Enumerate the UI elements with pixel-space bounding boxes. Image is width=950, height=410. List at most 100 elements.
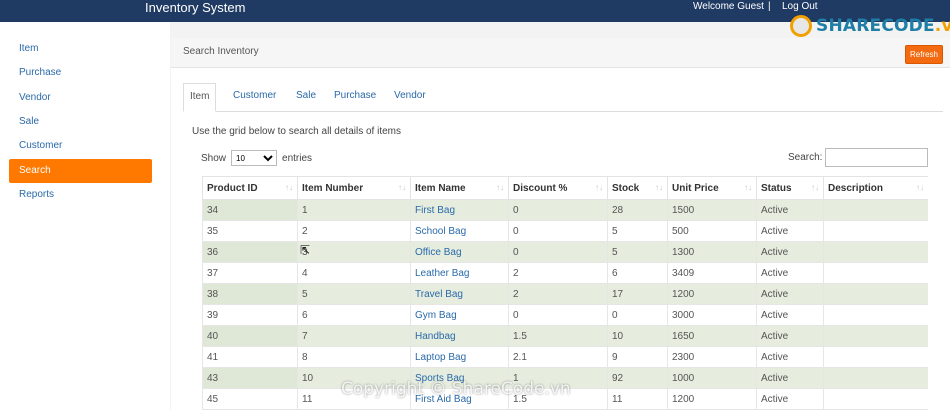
table-cell: 2 <box>508 283 608 305</box>
table-cell: 17 <box>607 283 668 305</box>
grid-search: Search: <box>788 148 929 167</box>
table-row[interactable]: 34 1 First Bag 0 28 1500 Active <box>202 199 928 221</box>
column-header-status[interactable]: Status ↑↓ <box>756 176 824 200</box>
table-cell <box>823 304 928 326</box>
item-name-link[interactable]: Gym Bag <box>410 304 509 326</box>
sharecode-logo: SHARECODE.vn <box>790 12 950 40</box>
table-cell: 37 <box>202 262 298 284</box>
welcome-text: Welcome Guest <box>693 1 764 12</box>
inventory-table: Product ID ↑↓ Item Number ↑↓ Item Name ↑↓ D… <box>202 176 928 410</box>
table-cell: 1200 <box>667 283 757 305</box>
page-title: Search Inventory <box>183 46 259 57</box>
column-header-discount[interactable]: Discount % ↑↓ <box>508 176 608 200</box>
table-row[interactable]: 39 6 Gym Bag 0 0 3000 Active <box>202 304 928 326</box>
table-cell: 34 <box>202 199 298 221</box>
table-cell: Active <box>756 241 824 263</box>
table-row[interactable]: 36 3 Office Bag 0 5 1300 Active <box>202 241 928 263</box>
sidebar-item-reports[interactable]: Reports <box>9 183 152 207</box>
table-cell: Active <box>756 283 824 305</box>
sidebar-item-item[interactable]: Item <box>9 37 152 61</box>
table-cell: 5 <box>297 283 411 305</box>
table-cell <box>823 325 928 347</box>
item-name-link[interactable]: Laptop Bag <box>410 346 509 368</box>
table-cell: 9 <box>607 346 668 368</box>
navbar-separator: | <box>768 1 771 12</box>
table-cell: 1650 <box>667 325 757 347</box>
sidebar: Item Purchase Vendor Sale Customer Searc… <box>0 22 170 410</box>
table-cell: 41 <box>202 346 298 368</box>
tab-purchase[interactable]: Purchase <box>334 83 376 112</box>
table-cell: 35 <box>202 220 298 242</box>
column-header-item-name[interactable]: Item Name ↑↓ <box>410 176 509 200</box>
sort-icon: ↑↓ <box>285 183 293 192</box>
table-row[interactable]: 37 4 Leather Bag 2 6 3409 Active <box>202 262 928 284</box>
table-cell <box>823 388 928 410</box>
table-cell: 3000 <box>667 304 757 326</box>
item-name-link[interactable]: Handbag <box>410 325 509 347</box>
table-cell: 28 <box>607 199 668 221</box>
table-cell: 0 <box>508 199 608 221</box>
grid-description: Use the grid below to search all details… <box>192 126 401 137</box>
table-cell <box>823 220 928 242</box>
table-cell: 4 <box>297 262 411 284</box>
item-name-link[interactable]: Office Bag <box>410 241 509 263</box>
sidebar-item-sale[interactable]: Sale <box>9 110 152 134</box>
column-header-unit-price[interactable]: Unit Price ↑↓ <box>667 176 757 200</box>
table-cell: 1000 <box>667 367 757 389</box>
item-name-link[interactable]: School Bag <box>410 220 509 242</box>
panel-header: Search Inventory Refresh <box>171 38 950 68</box>
table-cell: 45 <box>202 388 298 410</box>
table-cell: 5 <box>607 241 668 263</box>
sort-icon: ↑↓ <box>595 183 603 192</box>
tab-vendor[interactable]: Vendor <box>394 83 426 112</box>
table-cell: Active <box>756 367 824 389</box>
table-row[interactable]: 38 5 Travel Bag 2 17 1200 Active <box>202 283 928 305</box>
item-name-link[interactable]: Leather Bag <box>410 262 509 284</box>
table-cell: 43 <box>202 367 298 389</box>
table-cell: 5 <box>607 220 668 242</box>
table-cell: Active <box>756 304 824 326</box>
sidebar-item-search[interactable]: Search <box>9 159 152 183</box>
table-cell <box>823 241 928 263</box>
table-cell: 7 <box>297 325 411 347</box>
sidebar-item-customer[interactable]: Customer <box>9 134 152 158</box>
column-header-product-id[interactable]: Product ID ↑↓ <box>202 176 298 200</box>
table-row[interactable]: 40 7 Handbag 1.5 10 1650 Active <box>202 325 928 347</box>
tab-item[interactable]: Item <box>183 83 217 112</box>
sort-icon: ↑↓ <box>744 183 752 192</box>
tab-sale[interactable]: Sale <box>296 83 316 112</box>
table-cell: 2.1 <box>508 346 608 368</box>
table-cell: 2 <box>297 220 411 242</box>
table-cell <box>823 367 928 389</box>
item-name-link[interactable]: First Bag <box>410 199 509 221</box>
table-row[interactable]: 41 8 Laptop Bag 2.1 9 2300 Active <box>202 346 928 368</box>
table-cell: Active <box>756 199 824 221</box>
inventory-grid: Product ID ↑↓ Item Number ↑↓ Item Name ↑↓ D… <box>202 176 928 410</box>
table-cell: 39 <box>202 304 298 326</box>
page-size-select[interactable]: 10 <box>231 150 278 166</box>
search-label: Search: <box>788 152 823 163</box>
sort-icon: ↑↓ <box>398 183 406 192</box>
table-row[interactable]: 35 2 School Bag 0 5 500 Active <box>202 220 928 242</box>
column-header-item-number[interactable]: Item Number ↑↓ <box>297 176 411 200</box>
sidebar-item-vendor[interactable]: Vendor <box>9 86 152 110</box>
search-input[interactable] <box>825 148 929 167</box>
table-cell: 6 <box>607 262 668 284</box>
table-cell: 0 <box>607 304 668 326</box>
table-cell: 6 <box>297 304 411 326</box>
sort-icon: ↑↓ <box>811 183 819 192</box>
column-header-description[interactable]: Description ↑↓ <box>823 176 928 200</box>
table-cell: 40 <box>202 325 298 347</box>
table-cell <box>823 283 928 305</box>
sort-icon: ↑↓ <box>496 183 504 192</box>
sidebar-item-purchase[interactable]: Purchase <box>9 61 152 85</box>
table-cell: 2300 <box>667 346 757 368</box>
table-cell: Active <box>756 220 824 242</box>
column-header-stock[interactable]: Stock ↑↓ <box>607 176 668 200</box>
table-cell: 1300 <box>667 241 757 263</box>
refresh-button[interactable]: Refresh <box>905 45 943 64</box>
table-cell <box>823 262 928 284</box>
table-cell: Active <box>756 346 824 368</box>
item-name-link[interactable]: Travel Bag <box>410 283 509 305</box>
tab-customer[interactable]: Customer <box>233 83 276 112</box>
